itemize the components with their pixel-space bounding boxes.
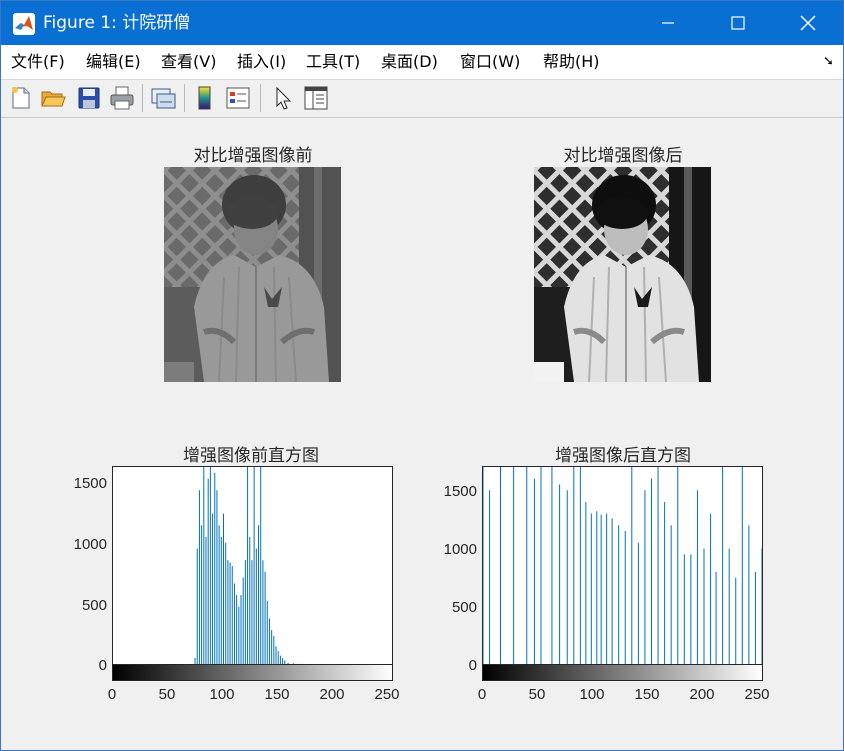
x-tick: 150	[634, 686, 660, 703]
x-tick: 200	[319, 686, 345, 703]
close-button[interactable]	[773, 1, 843, 45]
colorbar-icon[interactable]	[191, 84, 219, 112]
open-file-icon[interactable]	[39, 84, 67, 112]
y-tick: 1500	[443, 483, 477, 500]
save-icon[interactable]	[75, 84, 103, 112]
x-tick: 200	[689, 686, 715, 703]
x-tick: 250	[744, 686, 770, 703]
x-tick: 150	[264, 686, 290, 703]
image-after-photo	[534, 167, 711, 382]
x-tick: 50	[528, 686, 546, 703]
y-tick: 0	[98, 657, 107, 674]
y-tick: 500	[451, 599, 477, 616]
x-tick: 100	[209, 686, 235, 703]
menu-window[interactable]: 窗口(W)	[460, 52, 520, 72]
maximize-icon	[731, 16, 745, 30]
menu-insert[interactable]: 插入(I)	[237, 52, 286, 72]
matlab-logo-icon	[13, 13, 35, 35]
x-tick: 0	[107, 686, 117, 703]
menu-bar: 文件(F) 编辑(E) 查看(V) 插入(I) 工具(T) 桌面(D) 窗口(W…	[1, 45, 843, 80]
print-icon[interactable]	[108, 84, 136, 112]
toolbar-separator	[184, 84, 185, 112]
image-before-title: 对比增强图像前	[193, 146, 313, 166]
x-tick: 50	[158, 686, 176, 703]
toolbar-separator	[260, 84, 261, 112]
link-plot-icon[interactable]	[149, 84, 177, 112]
menu-view[interactable]: 查看(V)	[161, 52, 216, 72]
y-tick: 1500	[73, 475, 107, 492]
maximize-button[interactable]	[703, 1, 773, 45]
menu-tools[interactable]: 工具(T)	[306, 52, 360, 72]
title-bar: Figure 1: 计院研僧	[1, 1, 843, 45]
figure-canvas: 对比增强图像前 对比增强图像后 增强图像前直方图 1500 1000 500 0…	[1, 119, 843, 750]
hist-after-colorbar	[482, 664, 763, 681]
pointer-icon[interactable]	[269, 84, 297, 112]
toolbar-separator	[142, 84, 143, 112]
hist-after-plot	[482, 467, 763, 665]
property-inspector-icon[interactable]	[302, 84, 330, 112]
hist-after-axes	[482, 466, 763, 666]
hist-before-title: 增强图像前直方图	[183, 446, 319, 466]
y-tick: 0	[468, 657, 477, 674]
menu-file[interactable]: 文件(F)	[11, 52, 65, 72]
x-tick: 0	[477, 686, 487, 703]
x-tick: 100	[579, 686, 605, 703]
image-after-title: 对比增强图像后	[563, 146, 683, 166]
hist-before-axes	[112, 466, 393, 666]
minimize-icon	[662, 22, 674, 24]
toolbar	[1, 80, 843, 118]
figure-window: Figure 1: 计院研僧 文件(F) 编辑(E) 查看(V) 插入(I) 工…	[0, 0, 844, 751]
new-figure-icon[interactable]	[7, 84, 35, 112]
hist-before-colorbar	[112, 664, 393, 681]
hist-after-title: 增强图像后直方图	[555, 446, 691, 466]
y-tick: 1000	[443, 541, 477, 558]
close-icon	[800, 15, 816, 31]
hist-before-plot	[194, 467, 333, 665]
legend-icon[interactable]	[224, 84, 252, 112]
window-title: Figure 1: 计院研僧	[43, 13, 191, 33]
menu-desktop[interactable]: 桌面(D)	[381, 52, 438, 72]
menu-edit[interactable]: 编辑(E)	[86, 52, 141, 72]
x-tick: 250	[374, 686, 400, 703]
image-before-photo	[164, 167, 341, 382]
menu-help[interactable]: 帮助(H)	[543, 52, 600, 72]
y-tick: 500	[81, 597, 107, 614]
y-tick: 1000	[73, 536, 107, 553]
minimize-button[interactable]	[633, 1, 703, 45]
undock-arrow-icon[interactable]: ➘	[823, 54, 834, 69]
